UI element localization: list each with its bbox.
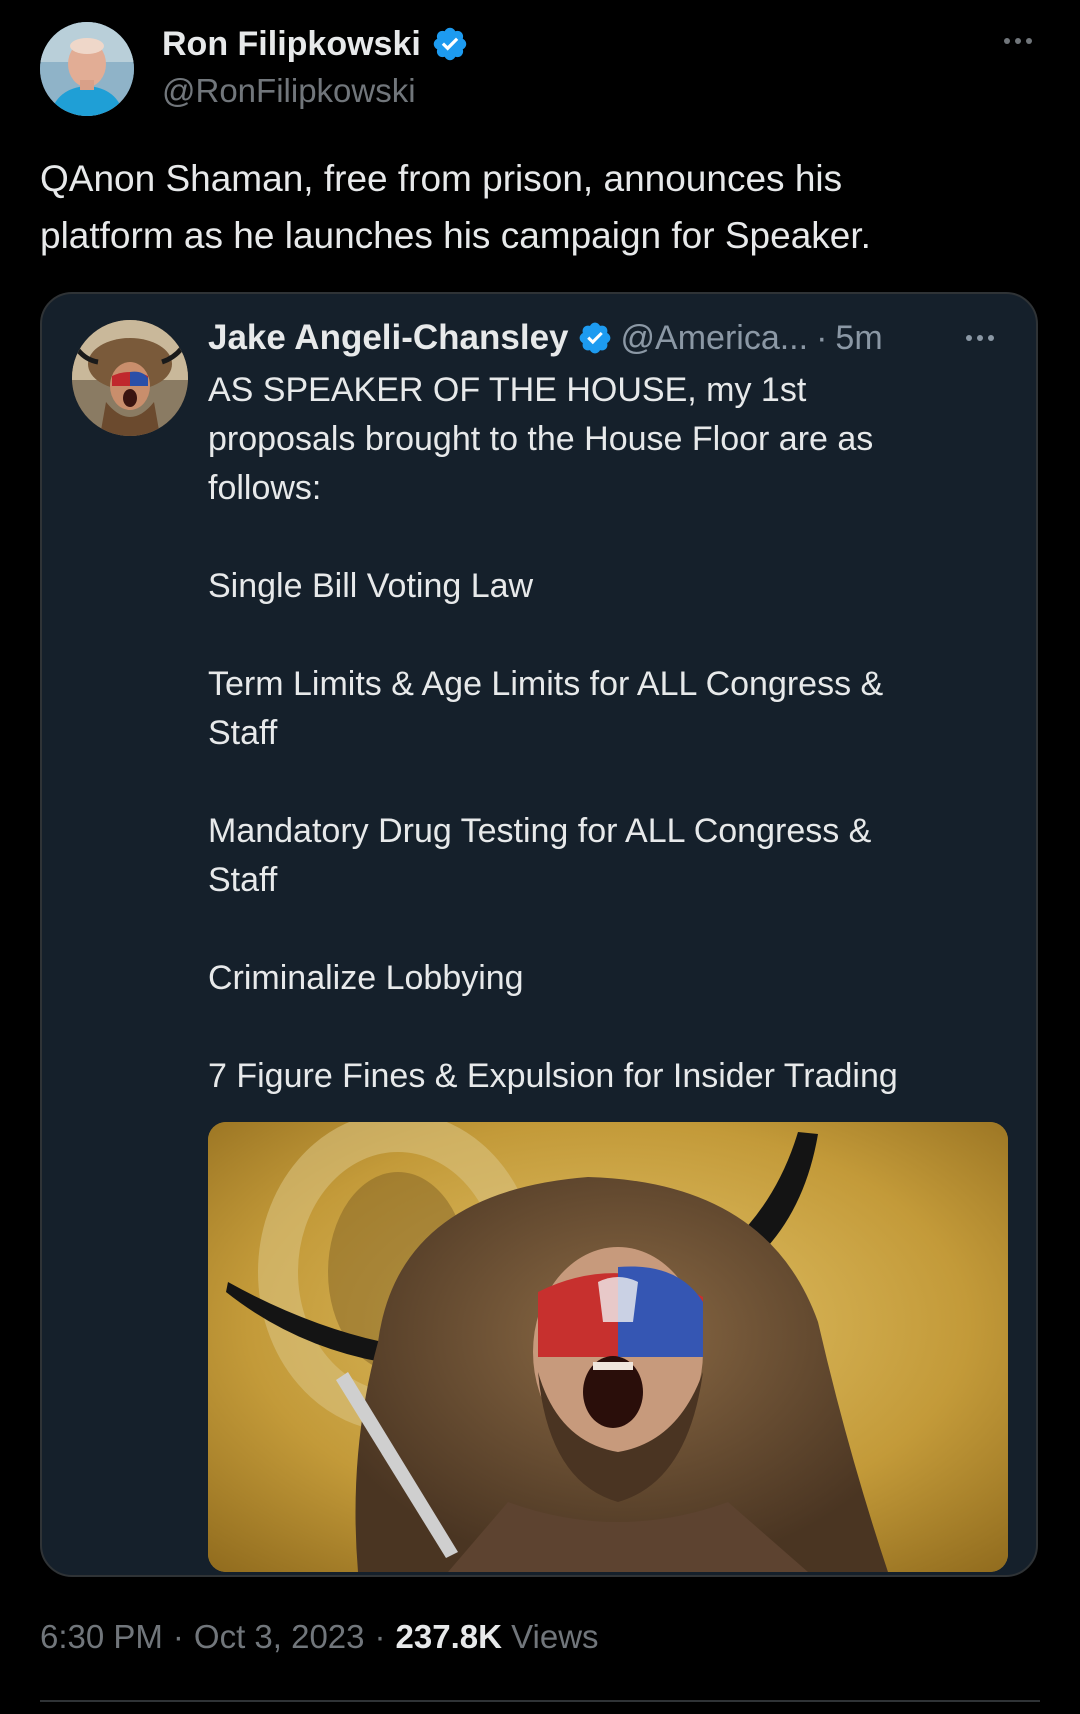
quote-body-line: 7 Figure Fines & Expulsion for Insider T… [208,1057,898,1095]
views-label: Views [511,1618,599,1655]
more-dot [1004,38,1010,44]
meta-separator: · [374,1618,386,1655]
quote-more-options-icon[interactable] [960,328,1000,348]
quote-body-spacer [208,513,1008,562]
verified-badge-icon[interactable] [577,320,613,356]
author-avatar-image [40,22,134,116]
tweet-text-line: platform as he launches his campaign for… [40,215,871,256]
more-dot [966,335,972,341]
quote-body-line: Staff [208,714,278,752]
tweet-date[interactable]: Oct 3, 2023 [194,1618,365,1656]
author-avatar[interactable] [40,22,134,116]
quoted-tweet-card[interactable]: Jake Angeli-Chansley @America... · 5m AS… [40,292,1038,1577]
quote-body-spacer [208,1003,1008,1052]
meta-separator: · [172,1618,184,1655]
quote-body-line: proposals brought to the House Floor are… [208,420,874,458]
quote-header: Jake Angeli-Chansley @America... · 5m [208,312,883,364]
quote-body-line: AS SPEAKER OF THE HOUSE, my 1st [208,371,807,409]
quote-media-photo[interactable] [208,1122,1008,1572]
quote-body-line: Criminalize Lobbying [208,959,524,997]
divider [40,1700,1040,1702]
quote-body-line: Single Bill Voting Law [208,567,534,605]
quote-avatar-image [72,320,188,436]
more-dot [1015,38,1021,44]
author-name-row: Ron Filipkowski [162,22,469,66]
photo-image [208,1122,1008,1572]
tweet-text-line: QAnon Shaman, free from prison, announce… [40,158,843,199]
quote-body-line: Staff [208,861,278,899]
quote-author-name[interactable]: Jake Angeli-Chansley [208,318,569,358]
author-handle[interactable]: @RonFilipkowski [162,72,416,110]
tweet-text: QAnon Shaman, free from prison, announce… [40,150,1040,264]
views-count[interactable]: 237.8K [396,1618,502,1655]
quote-body: AS SPEAKER OF THE HOUSE, my 1st proposal… [208,366,1008,1101]
tweet: Ron Filipkowski @RonFilipkowski QAnon Sh… [0,0,1080,1714]
quote-body-line: follows: [208,469,322,507]
quote-body-spacer [208,905,1008,954]
more-options-icon[interactable] [996,26,1040,56]
quote-separator: · [816,318,828,357]
tweet-meta: 6:30 PM · Oct 3, 2023 · 237.8K Views [40,1618,599,1656]
quote-author-handle[interactable]: @America... [621,319,809,358]
author-name[interactable]: Ron Filipkowski [162,25,421,64]
verified-badge-icon[interactable] [431,25,469,63]
quote-body-line: Mandatory Drug Testing for ALL Congress … [208,812,872,850]
quote-timestamp[interactable]: 5m [835,319,882,358]
quote-author-avatar[interactable] [72,320,188,436]
more-dot [977,335,983,341]
tweet-time[interactable]: 6:30 PM [40,1618,163,1656]
quote-body-line: Term Limits & Age Limits for ALL Congres… [208,665,884,703]
quote-body-spacer [208,758,1008,807]
quote-body-spacer [208,611,1008,660]
more-dot [988,335,994,341]
more-dot [1026,38,1032,44]
